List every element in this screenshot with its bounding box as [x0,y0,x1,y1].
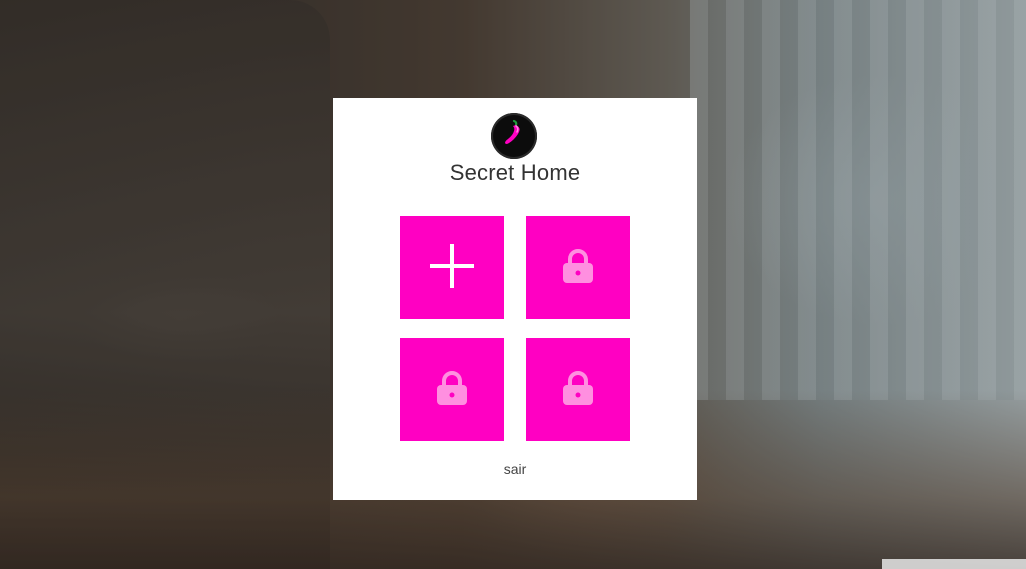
add-tile[interactable] [400,216,504,319]
corner-bar [882,559,1026,569]
lock-icon [435,370,469,410]
home-panel: Secret Home sair [333,98,697,500]
exit-link[interactable]: sair [333,461,697,477]
lock-icon [561,370,595,410]
plus-icon [430,243,474,292]
app-logo [491,113,537,159]
locked-slot-1[interactable] [526,216,630,319]
locked-slot-2[interactable] [400,338,504,441]
page-title: Secret Home [449,160,581,185]
lock-icon [561,248,595,288]
locked-slot-3[interactable] [526,338,630,441]
chili-pepper-icon [501,119,527,153]
